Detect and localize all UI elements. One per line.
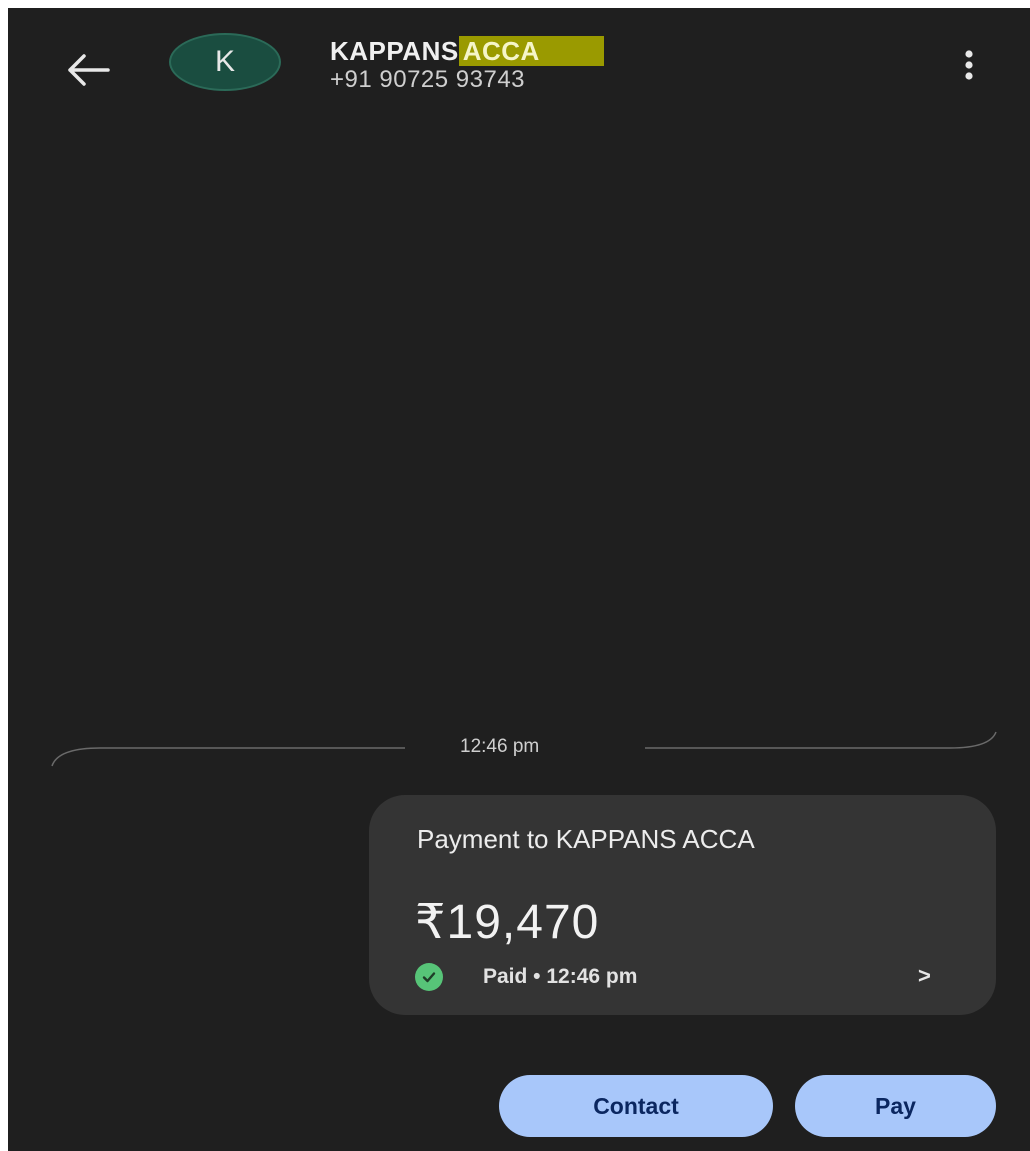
payment-status-text: Paid • 12:46 pm (483, 965, 638, 988)
back-button[interactable] (60, 46, 116, 94)
check-circle-icon (415, 963, 443, 991)
chat-screen: K KAPPANS ACCA +91 90725 93743 12:46 pm P… (8, 8, 1030, 1151)
payment-title: Payment to KAPPANS ACCA (417, 824, 755, 854)
payment-amount: ₹19,470 (415, 896, 600, 949)
payment-card[interactable]: Payment to KAPPANS ACCA ₹19,470 Paid • 1… (369, 795, 996, 1015)
pay-button[interactable]: Pay (795, 1075, 996, 1137)
more-options-button[interactable] (956, 46, 982, 86)
contact-name-highlight: ACCA (458, 36, 604, 66)
more-vertical-icon (965, 50, 973, 80)
time-separator: 12:46 pm (460, 736, 540, 757)
contact-button[interactable]: Contact (499, 1075, 773, 1137)
contact-name: KAPPANS ACCA (330, 36, 604, 67)
contact-phone: +91 90725 93743 (330, 66, 526, 93)
chevron-right-icon[interactable]: > (918, 963, 931, 989)
avatar-letter: K (214, 45, 235, 78)
contact-name-main: KAPPANS (330, 36, 459, 66)
avatar[interactable]: K (169, 33, 281, 91)
payment-status: Paid • 12:46 pm (415, 963, 637, 991)
arrow-left-icon (68, 54, 110, 86)
